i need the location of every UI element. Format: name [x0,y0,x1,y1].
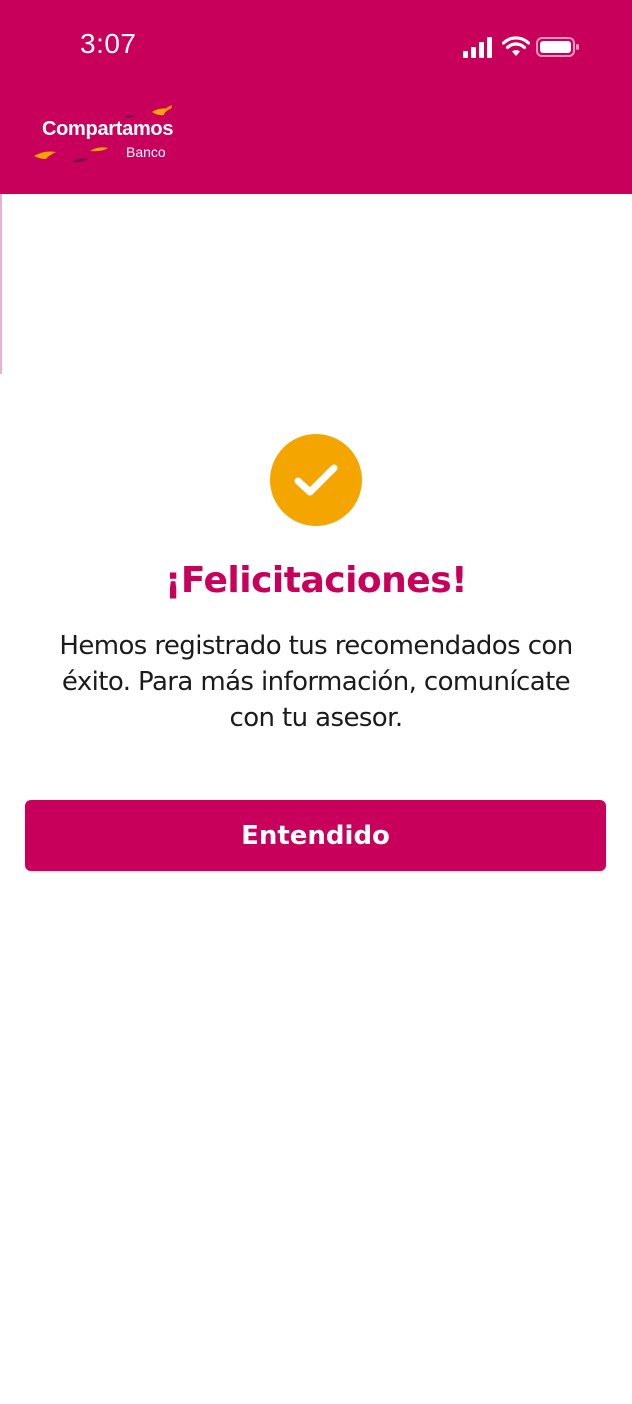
battery-icon [536,37,579,57]
success-message: Hemos registrado tus recomendados con éx… [59,631,573,733]
understood-button[interactable]: Entendido [25,800,606,871]
wifi-icon [502,36,530,56]
status-bar: 3:07 [0,0,632,90]
success-badge [270,434,362,526]
left-accent-line [0,194,2,374]
success-title: ¡Felicitaciones! [164,560,468,601]
compartamos-logo: Compartamos Banco [32,104,192,168]
cellular-signal-icon [463,37,492,58]
logo-subtitle: Banco [126,144,166,160]
app-header: 3:07 Compartamos Banco [0,0,632,194]
check-icon [294,464,338,496]
status-time: 3:07 [80,28,137,59]
logo-title: Compartamos [42,118,174,140]
